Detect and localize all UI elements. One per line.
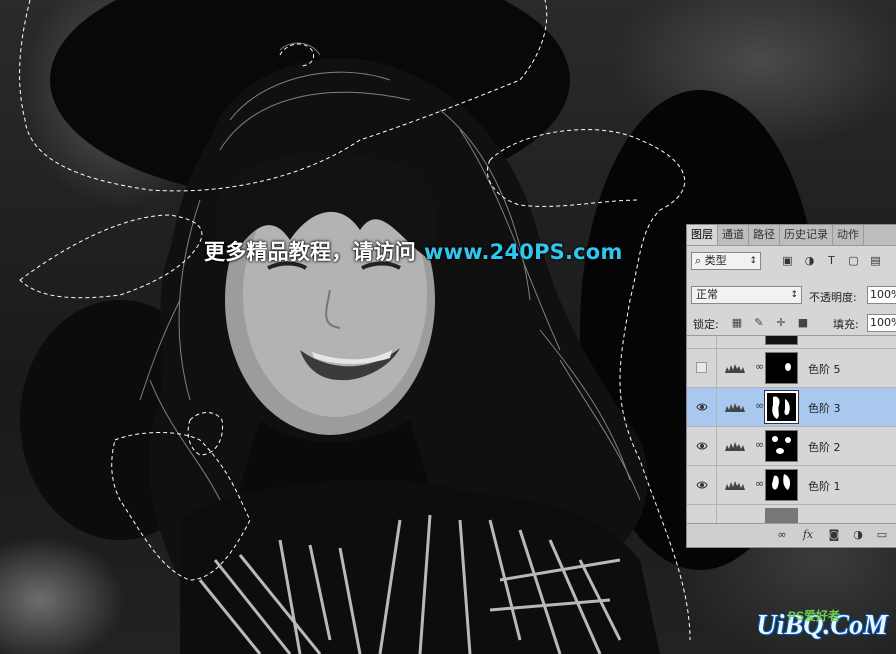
lock-label: 锁定: xyxy=(693,318,719,331)
layers-panel: 图层 通道 路径 历史记录 动作 ⌕ 类型 ↕ ▣ ◑ T ▢ ▤ 正常 ↕ 不… xyxy=(686,224,896,548)
mask-link-icon[interactable]: ∞ xyxy=(755,438,764,451)
visibility-toggle[interactable] xyxy=(687,466,717,504)
panel-tabs: 图层 通道 路径 历史记录 动作 xyxy=(687,225,896,246)
mask-link-icon[interactable]: ∞ xyxy=(755,360,764,373)
layers-bottom-bar: ∞ fx ◙ ◑ ▭ xyxy=(687,523,896,546)
brand-watermark: PS爱好者 UiBQ.CoM xyxy=(757,609,888,650)
search-icon: ⌕ xyxy=(695,254,705,267)
layer-thumbnail xyxy=(765,508,798,524)
tab-actions[interactable]: 动作 xyxy=(833,225,864,245)
blend-mode-select[interactable]: 正常 ↕ xyxy=(691,286,802,304)
fx-icon[interactable]: fx xyxy=(801,528,815,542)
tab-paths[interactable]: 路径 xyxy=(749,225,780,245)
filter-kind-label: 类型 xyxy=(704,254,727,267)
fill-input[interactable]: 100% xyxy=(867,314,896,332)
tab-history[interactable]: 历史记录 xyxy=(780,225,833,245)
lock-paint-icon[interactable]: ✎ xyxy=(753,317,765,329)
mask-link-icon[interactable]: ∞ xyxy=(755,399,764,412)
layer-mask-thumbnail[interactable] xyxy=(765,469,798,501)
layer-row[interactable] xyxy=(687,505,896,524)
promo-banner: 更多精品教程，请访问 www.240PS.com xyxy=(204,235,623,269)
layers-list: 图层 ∞ 色阶 5 ∞ 色阶 3 xyxy=(687,335,896,524)
layer-mask-thumbnail[interactable] xyxy=(764,390,799,424)
lock-position-icon[interactable]: ✛ xyxy=(775,317,787,329)
type-filter-icon[interactable]: T xyxy=(825,254,838,267)
visibility-toggle[interactable] xyxy=(687,388,717,426)
layer-row[interactable]: ∞ 色阶 2 xyxy=(687,427,896,466)
opacity-input[interactable]: 100% xyxy=(867,286,896,304)
mask-shape xyxy=(772,436,791,454)
lock-row: 锁定: ▦ ✎ ✛ ■ 填充: 100% xyxy=(687,311,896,335)
filter-kind-select[interactable]: ⌕ 类型 ↕ xyxy=(691,252,761,270)
eye-icon xyxy=(696,481,708,489)
eye-icon xyxy=(696,442,708,450)
updown-arrow-icon: ↕ xyxy=(790,290,798,300)
layer-row[interactable]: ∞ 色阶 1 xyxy=(687,466,896,505)
layer-row[interactable]: 图层 xyxy=(687,336,896,349)
levels-adjustment-icon xyxy=(725,364,745,373)
layer-row[interactable]: ∞ 色阶 5 xyxy=(687,349,896,388)
visibility-toggle[interactable] xyxy=(687,349,717,387)
eye-icon xyxy=(696,403,708,411)
layer-row-selected[interactable]: ∞ 色阶 3 xyxy=(687,388,896,427)
visibility-toggle[interactable] xyxy=(687,427,717,465)
mask-link-icon[interactable]: ∞ xyxy=(755,477,764,490)
visibility-toggle[interactable] xyxy=(687,505,717,524)
blend-mode-value: 正常 xyxy=(696,288,718,301)
layer-mask-thumbnail[interactable] xyxy=(765,352,798,384)
layer-name: 色阶 1 xyxy=(808,480,841,493)
fill-label: 填充: xyxy=(833,318,859,331)
layer-filter-row: ⌕ 类型 ↕ ▣ ◑ T ▢ ▤ xyxy=(687,249,896,275)
shape-filter-icon[interactable]: ▢ xyxy=(847,254,860,267)
mask-shape xyxy=(772,474,791,490)
tab-channels[interactable]: 通道 xyxy=(718,225,749,245)
layer-name: 色阶 2 xyxy=(808,441,841,454)
hidden-box-icon xyxy=(696,362,707,373)
opacity-label: 不透明度: xyxy=(809,291,857,304)
visibility-toggle[interactable] xyxy=(687,336,717,348)
mask-shape xyxy=(785,363,791,371)
lock-transparency-icon[interactable]: ▦ xyxy=(731,317,743,329)
adjustment-filter-icon[interactable]: ◑ xyxy=(803,254,816,267)
new-adjustment-icon[interactable]: ◑ xyxy=(851,528,865,542)
layer-name: 图层 xyxy=(808,336,830,338)
promo-url: www.240PS.com xyxy=(424,240,623,264)
smart-object-filter-icon[interactable]: ▤ xyxy=(869,254,882,267)
lock-all-icon[interactable]: ■ xyxy=(797,317,809,329)
levels-adjustment-icon xyxy=(725,442,745,451)
layer-name: 色阶 5 xyxy=(808,363,841,376)
layer-name: 色阶 3 xyxy=(808,402,841,415)
add-mask-icon[interactable]: ◙ xyxy=(827,528,841,542)
link-layers-icon[interactable]: ∞ xyxy=(775,528,789,542)
new-group-icon[interactable]: ▭ xyxy=(875,528,889,542)
levels-adjustment-icon xyxy=(725,403,745,412)
brand-ps-text: PS爱好者 xyxy=(787,609,840,623)
layer-thumbnail xyxy=(765,336,798,345)
blend-row: 正常 ↕ 不透明度: 100% xyxy=(687,283,896,307)
updown-arrow-icon: ↕ xyxy=(749,256,757,266)
tab-layers[interactable]: 图层 xyxy=(687,225,718,245)
promo-headline: 更多精品教程，请访问 xyxy=(204,240,416,264)
mask-shape xyxy=(772,396,790,419)
levels-adjustment-icon xyxy=(725,481,745,490)
image-filter-icon[interactable]: ▣ xyxy=(781,254,794,267)
layer-mask-thumbnail[interactable] xyxy=(765,430,798,462)
